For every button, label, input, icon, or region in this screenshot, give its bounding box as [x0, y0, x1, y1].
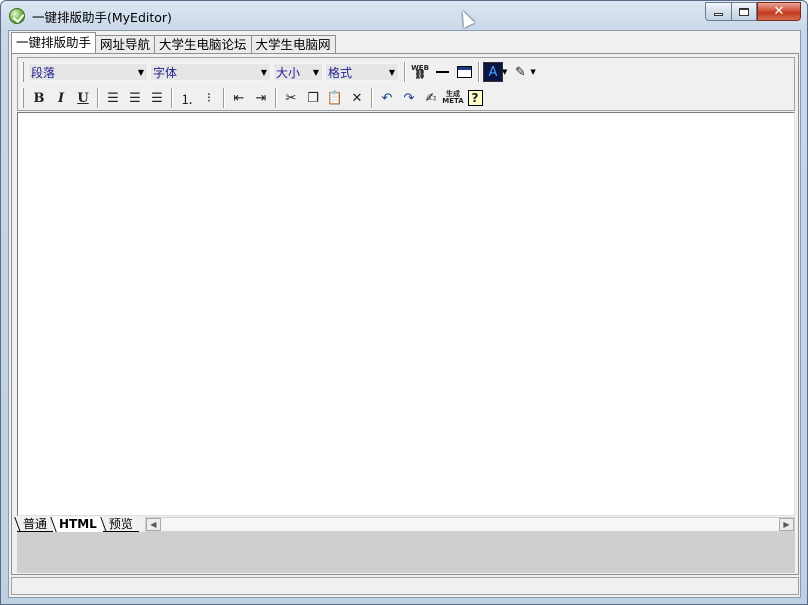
font-color-button[interactable]: A: [483, 62, 503, 82]
table-icon: [456, 66, 472, 78]
chevron-down-icon: ▼: [137, 67, 145, 77]
maximize-button[interactable]: [731, 2, 757, 21]
chevron-down-icon: ▼: [260, 67, 268, 77]
align-center-button[interactable]: ☰: [124, 87, 146, 109]
editor-tab-panel: 段落 ▼ 字体 ▼ 大小 ▼ 格式 ▼ WEB ⛓ A ▼ ✎ ▼ B I U …: [11, 53, 799, 575]
indent-icon: ⇥: [255, 90, 267, 106]
editor-toolbar: 段落 ▼ 字体 ▼ 大小 ▼ 格式 ▼ WEB ⛓ A ▼ ✎ ▼ B I U …: [17, 57, 795, 111]
indent-button[interactable]: ⇥: [250, 87, 272, 109]
font-select[interactable]: 字体 ▼: [150, 63, 271, 81]
undo-icon: ↶: [381, 90, 393, 106]
align-left-icon: ☰: [107, 90, 119, 106]
delete-button[interactable]: ✕: [346, 87, 368, 109]
toolbar-grip[interactable]: [21, 62, 24, 82]
toolbar-separator: [171, 88, 173, 108]
toolbar-separator: [371, 88, 373, 108]
x-icon: ✕: [351, 90, 363, 106]
client-area: 一键排版助手 网址导航 大学生电脑论坛 大学生电脑网 段落 ▼ 字体 ▼ 大小 …: [8, 30, 801, 598]
scroll-left-icon[interactable]: ◀: [145, 517, 161, 531]
tab-forum[interactable]: 大学生电脑论坛: [154, 35, 252, 53]
style-select-value: 格式: [328, 65, 353, 80]
horizontal-rule-button[interactable]: [431, 61, 453, 83]
size-select-value: 大小: [276, 65, 301, 80]
title-bar[interactable]: 一键排版助手(MyEditor): [1, 1, 807, 30]
align-center-icon: ☰: [129, 90, 141, 106]
align-left-button[interactable]: ☰: [102, 87, 124, 109]
edit-properties-button[interactable]: ✍: [420, 87, 442, 109]
toolbar-separator: [404, 62, 406, 82]
underline-button[interactable]: U: [72, 87, 94, 109]
toolbar-separator: [478, 62, 480, 82]
minimize-icon: [714, 13, 723, 16]
tab-url-nav[interactable]: 网址导航: [95, 35, 156, 53]
tab-editor[interactable]: 一键排版助手: [11, 32, 97, 53]
size-select[interactable]: 大小 ▼: [273, 63, 323, 81]
font-color-dropdown-icon[interactable]: ▼: [502, 68, 507, 76]
align-right-button[interactable]: ☰: [146, 87, 168, 109]
horizontal-rule-icon: [435, 71, 449, 73]
toolbar-row-2: B I U ☰ ☰ ☰ ⒈ ⁝ ⇤ ⇥ ✂ ❐ 📋 ✕ ↶ ↷ ✍ 生成 MET…: [21, 86, 486, 110]
horizontal-scrollbar[interactable]: ◀ ▶: [144, 516, 795, 532]
style-select[interactable]: 格式 ▼: [325, 63, 399, 81]
help-button[interactable]: ?: [464, 87, 486, 109]
ordered-list-button[interactable]: ⒈: [176, 87, 198, 109]
main-tabs: 一键排版助手 网址导航 大学生电脑论坛 大学生电脑网: [11, 32, 336, 53]
toolbar-row-1: 段落 ▼ 字体 ▼ 大小 ▼ 格式 ▼ WEB ⛓ A ▼ ✎ ▼: [21, 60, 538, 84]
font-color-icon: A: [488, 64, 498, 80]
bold-button[interactable]: B: [28, 87, 50, 109]
undo-button[interactable]: ↶: [376, 87, 398, 109]
help-icon: ?: [467, 90, 483, 106]
status-bar: [11, 577, 799, 595]
chevron-down-icon: ▼: [388, 67, 396, 77]
font-select-value: 字体: [153, 65, 178, 80]
redo-icon: ↷: [403, 90, 415, 106]
paragraph-select[interactable]: 段落 ▼: [28, 63, 148, 81]
scroll-right-icon[interactable]: ▶: [779, 517, 794, 531]
bottom-panel: [17, 532, 795, 573]
toolbar-grip[interactable]: [21, 88, 24, 108]
align-right-icon: ☰: [151, 90, 163, 106]
bullet-list-icon: ⁝: [206, 90, 212, 106]
copy-button[interactable]: ❐: [302, 87, 324, 109]
outdent-button[interactable]: ⇤: [228, 87, 250, 109]
close-button[interactable]: [757, 2, 801, 21]
paragraph-select-value: 段落: [31, 65, 56, 80]
scissors-icon: ✂: [285, 90, 297, 106]
edit-box-icon: ✍: [425, 90, 437, 106]
pencil-icon: ✎: [514, 64, 526, 80]
mode-tab-html[interactable]: HTML: [53, 516, 103, 532]
minimize-button[interactable]: [705, 2, 731, 21]
window-controls: [705, 2, 801, 22]
copy-icon: ❐: [307, 90, 319, 106]
editor-content-area[interactable]: [17, 112, 795, 516]
maximize-icon: [739, 7, 749, 16]
toolbar-separator: [275, 88, 277, 108]
highlight-button[interactable]: ✎: [509, 61, 531, 83]
toolbar-separator: [223, 88, 225, 108]
paste-button[interactable]: 📋: [324, 87, 346, 109]
cut-button[interactable]: ✂: [280, 87, 302, 109]
chain-link-icon: ⛓: [414, 70, 426, 80]
mode-tab-preview[interactable]: 预览: [102, 517, 139, 532]
clipboard-icon: 📋: [326, 90, 344, 106]
window-title: 一键排版助手(MyEditor): [32, 10, 172, 25]
mode-tab-normal[interactable]: 普通: [17, 517, 54, 532]
chevron-down-icon: ▼: [312, 67, 320, 77]
tab-site[interactable]: 大学生电脑网: [250, 35, 336, 53]
highlight-dropdown-icon[interactable]: ▼: [530, 68, 535, 76]
web-link-button[interactable]: WEB ⛓: [409, 61, 431, 83]
redo-button[interactable]: ↷: [398, 87, 420, 109]
view-mode-bar: 普通 HTML 预览 ◀ ▶: [17, 516, 795, 532]
insert-table-button[interactable]: [453, 61, 475, 83]
toolbar-separator: [97, 88, 99, 108]
generate-meta-button[interactable]: 生成 META: [442, 87, 464, 109]
ordered-list-icon: ⒈: [180, 92, 194, 108]
app-logo-icon: [9, 8, 25, 24]
app-window: 一键排版助手(MyEditor) 一键排版助手 网址导航 大学生电脑论坛 大学生…: [0, 0, 808, 605]
unordered-list-button[interactable]: ⁝: [198, 87, 220, 109]
outdent-icon: ⇤: [233, 90, 245, 106]
italic-button[interactable]: I: [50, 87, 72, 109]
